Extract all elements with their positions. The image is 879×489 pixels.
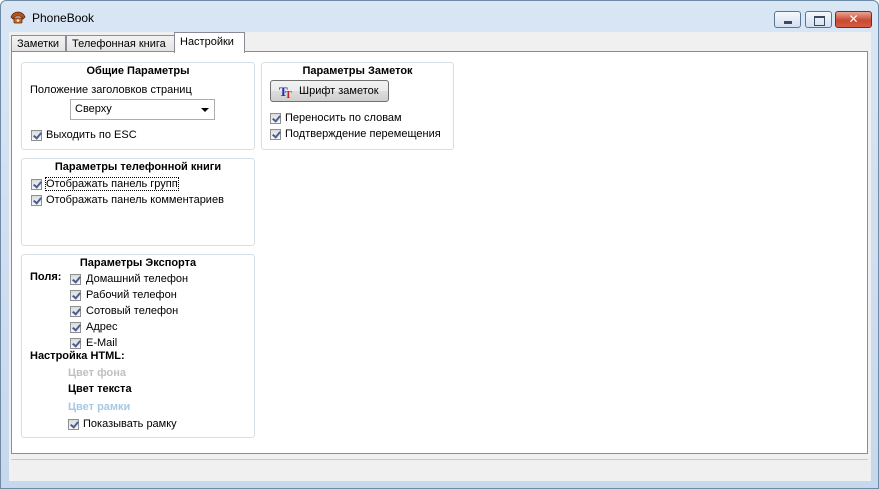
text-color-link[interactable]: Цвет текста: [68, 383, 132, 395]
notes-settings-title: Параметры Заметок: [302, 65, 413, 77]
chevron-down-icon: [201, 108, 209, 112]
export-address-label[interactable]: Адрес: [86, 321, 118, 333]
export-email-checkbox[interactable]: [70, 338, 81, 349]
word-wrap-label[interactable]: Переносить по словам: [285, 112, 402, 124]
show-groups-checkbox[interactable]: [31, 179, 42, 190]
phonebook-app-icon: [10, 11, 26, 24]
tab-settings[interactable]: Настройки: [174, 32, 245, 53]
maximize-icon: [806, 12, 831, 27]
export-settings-title: Параметры Экспорта: [79, 257, 197, 269]
notes-font-button[interactable]: T T Шрифт заметок: [270, 80, 389, 102]
bg-color-link[interactable]: Цвет фона: [68, 367, 126, 379]
tab-phonebook[interactable]: Телефонная книга: [66, 35, 175, 52]
status-bar: [11, 459, 868, 479]
show-comments-checkbox[interactable]: [31, 195, 42, 206]
export-mobile-phone-label[interactable]: Сотовый телефон: [86, 305, 178, 317]
export-work-phone-label[interactable]: Рабочий телефон: [86, 289, 177, 301]
exit-esc-label[interactable]: Выходить по ESC: [46, 129, 137, 141]
move-confirm-checkbox[interactable]: [270, 129, 281, 140]
maximize-button[interactable]: [805, 11, 832, 28]
export-fields-label: Поля:: [30, 271, 62, 283]
settings-page: Общие Параметры Положение заголовков стр…: [11, 51, 868, 454]
border-color-link[interactable]: Цвет рамки: [68, 401, 130, 413]
html-settings-label: Настройка HTML:: [30, 350, 125, 362]
show-comments-label[interactable]: Отображать панель комментариев: [46, 194, 224, 206]
tab-notes[interactable]: Заметки: [11, 35, 66, 52]
svg-text:T: T: [285, 90, 292, 99]
close-button[interactable]: ✕: [835, 11, 872, 28]
font-icon: T T: [279, 84, 292, 99]
show-border-checkbox[interactable]: [68, 419, 79, 430]
show-groups-label[interactable]: Отображать панель групп: [45, 177, 179, 191]
minimize-button[interactable]: [774, 11, 801, 28]
move-confirm-label[interactable]: Подтверждение перемещения: [285, 128, 441, 140]
export-home-phone-label[interactable]: Домашний телефон: [86, 273, 188, 285]
title-bar[interactable]: PhoneBook ✕: [1, 1, 878, 31]
notes-font-button-label: Шрифт заметок: [299, 85, 379, 97]
export-work-phone-checkbox[interactable]: [70, 290, 81, 301]
export-home-phone-checkbox[interactable]: [70, 274, 81, 285]
export-settings-group: Параметры Экспорта Поля: Домашний телефо…: [21, 254, 255, 438]
app-window: PhoneBook ✕ Заметки Телефонная книга Нас…: [0, 0, 879, 489]
close-icon: ✕: [848, 12, 859, 26]
tab-position-label: Положение заголовков страниц: [30, 84, 192, 96]
client-area: Заметки Телефонная книга Настройки Общие…: [9, 32, 871, 481]
tab-position-select[interactable]: Сверху: [70, 99, 215, 120]
phonebook-settings-group: Параметры телефонной книги Отображать па…: [21, 158, 255, 246]
exit-esc-checkbox[interactable]: [31, 130, 42, 141]
tab-position-value: Сверху: [75, 103, 112, 115]
export-address-checkbox[interactable]: [70, 322, 81, 333]
word-wrap-checkbox[interactable]: [270, 113, 281, 124]
notes-settings-group: Параметры Заметок T T Шрифт заметок Пере…: [261, 62, 454, 150]
minimize-icon: [775, 12, 800, 27]
general-settings-title: Общие Параметры: [86, 65, 190, 77]
window-title: PhoneBook: [32, 11, 95, 25]
export-mobile-phone-checkbox[interactable]: [70, 306, 81, 317]
general-settings-group: Общие Параметры Положение заголовков стр…: [21, 62, 255, 150]
export-email-label[interactable]: E-Mail: [86, 337, 117, 349]
show-border-label[interactable]: Показывать рамку: [83, 418, 177, 430]
phonebook-settings-title: Параметры телефонной книги: [54, 161, 222, 173]
